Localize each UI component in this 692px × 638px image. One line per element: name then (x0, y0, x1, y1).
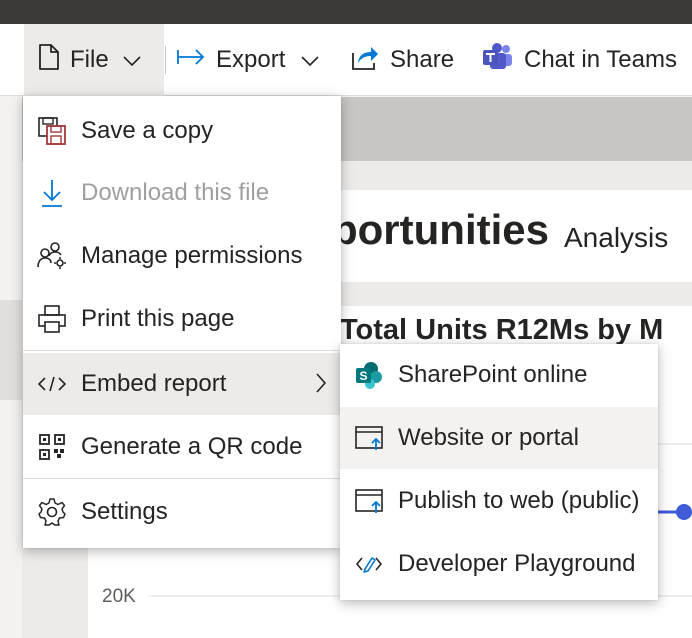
teams-icon (482, 42, 514, 79)
menu-item-label: Settings (81, 498, 168, 525)
website-icon (353, 422, 385, 454)
menu-item-label: Publish to web (public) (398, 487, 640, 514)
share-label: Share (390, 46, 455, 73)
menu-item-label: Save a copy (81, 117, 214, 144)
menu-item-print-page[interactable]: Print this page (23, 288, 341, 350)
export-button[interactable]: Export (176, 24, 319, 96)
report-title: portunities (332, 206, 549, 253)
code-icon (36, 368, 68, 400)
file-menu-button[interactable]: File (24, 24, 164, 96)
chevron-right-icon (315, 372, 327, 401)
embed-report-submenu: S SharePoint online Website or portal Pu… (340, 344, 658, 600)
report-subtitle: Analysis (564, 222, 669, 253)
permissions-icon (36, 240, 68, 272)
series-data-point (676, 504, 692, 520)
menu-item-label: Developer Playground (398, 550, 636, 577)
chevron-down-icon (301, 46, 319, 74)
export-arrow-icon (176, 46, 206, 74)
share-button[interactable]: Share (350, 24, 454, 96)
gear-icon (36, 496, 68, 528)
teams-label: Chat in Teams (524, 46, 677, 73)
file-label: File (70, 46, 109, 73)
submenu-item-publish-web[interactable]: Publish to web (public) (340, 470, 658, 532)
menu-item-label: Download this file (81, 179, 270, 206)
publish-web-icon (353, 485, 385, 517)
chart-title: Total Units R12Ms by M (340, 314, 664, 346)
developer-icon (353, 548, 385, 580)
menu-item-label: Generate a QR code (81, 433, 303, 460)
download-icon (36, 177, 68, 209)
menu-item-settings[interactable]: Settings (23, 481, 341, 543)
menu-item-label: Manage permissions (81, 242, 303, 269)
menu-item-embed-report[interactable]: Embed report (23, 353, 341, 415)
submenu-item-website-portal[interactable]: Website or portal (340, 407, 658, 469)
menu-item-generate-qr[interactable]: Generate a QR code (23, 416, 341, 478)
qr-code-icon (36, 431, 68, 463)
menu-divider (23, 350, 341, 351)
window-top-bar (0, 0, 692, 24)
file-dropdown-menu: Save a copy Download this file Manage pe… (23, 96, 341, 548)
menu-item-label: SharePoint online (398, 361, 588, 388)
printer-icon (36, 303, 68, 335)
menu-item-label: Website or portal (398, 424, 579, 451)
export-label: Export (216, 46, 286, 73)
menu-item-label: Print this page (81, 305, 235, 332)
menu-item-manage-permissions[interactable]: Manage permissions (23, 225, 341, 287)
toolbar-divider (165, 46, 166, 74)
report-toolbar: File Export Share Chat in Teams (0, 24, 692, 96)
menu-item-label: Embed report (81, 370, 227, 397)
file-icon (38, 43, 60, 77)
svg-text:S: S (359, 369, 367, 383)
chevron-down-icon (123, 46, 141, 74)
left-rail-selected (0, 300, 22, 400)
sharepoint-icon: S (353, 359, 385, 391)
menu-item-save-copy[interactable]: Save a copy (23, 100, 341, 162)
submenu-item-developer-playground[interactable]: Developer Playground (340, 533, 658, 595)
menu-divider (23, 478, 341, 479)
menu-item-download-file[interactable]: Download this file (23, 162, 341, 224)
save-copy-icon (36, 115, 68, 147)
submenu-item-sharepoint[interactable]: S SharePoint online (340, 344, 658, 406)
y-axis-tick: 20K (102, 586, 136, 607)
share-icon (350, 43, 380, 78)
chat-in-teams-button[interactable]: Chat in Teams (482, 24, 677, 96)
